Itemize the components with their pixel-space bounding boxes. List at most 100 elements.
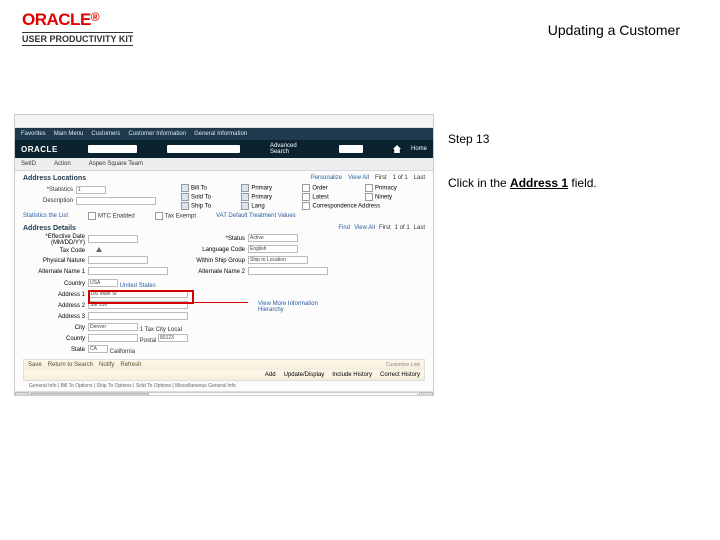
scroll-right-arrow[interactable]: ▶ <box>419 392 433 396</box>
horizontal-scrollbar[interactable]: ◀ ▶ <box>15 391 433 396</box>
altname1-input[interactable] <box>88 267 168 275</box>
oracle-upk-logo: ORACLE® USER PRODUCTIVITY KIT <box>22 10 133 46</box>
postal-input[interactable]: 80123 <box>158 334 188 342</box>
state-label: State <box>23 347 85 353</box>
country-link[interactable]: United States <box>120 283 156 289</box>
physical-input[interactable] <box>88 256 148 264</box>
customize-link[interactable]: Customize Link <box>386 362 420 368</box>
latest-checkbox[interactable] <box>302 193 310 201</box>
county-input[interactable] <box>88 334 138 342</box>
state-input[interactable]: CA <box>88 345 108 353</box>
order-checkbox[interactable] <box>302 184 310 192</box>
postal-label: Postal <box>140 338 157 344</box>
tab-save[interactable]: Save <box>28 362 42 368</box>
taxgeo-label: 1 Tax City Local <box>140 327 182 333</box>
city-label: City <box>23 325 85 331</box>
page-links[interactable]: General Info | Bill To Options | Ship To… <box>23 381 425 391</box>
range-label-2: 1 of 1 <box>395 225 410 231</box>
order-label: Order <box>312 186 327 192</box>
scroll-left-arrow[interactable]: ◀ <box>15 392 29 396</box>
first-label-2[interactable]: First <box>379 225 391 231</box>
city-input[interactable]: Denver <box>88 323 138 331</box>
tab-refresh[interactable]: Refresh <box>120 362 141 368</box>
header-input-2[interactable] <box>167 145 240 153</box>
address2-label: Address 2 <box>23 303 85 309</box>
primary1-label: Primary <box>251 186 272 192</box>
breadcrumb-customers[interactable]: Customers <box>91 131 120 137</box>
ninety-checkbox[interactable] <box>365 193 373 201</box>
address3-input[interactable] <box>88 312 188 320</box>
range-label: 1 of 1 <box>393 175 408 181</box>
details-link[interactable]: Statistics the List <box>23 213 68 219</box>
header-input-3[interactable] <box>339 145 363 153</box>
soldto-label: Sold To <box>191 195 211 201</box>
shipto-label: Ship To <box>191 204 211 210</box>
soldto-checkbox[interactable] <box>181 193 189 201</box>
oracle-wordmark: ORACLE® <box>22 10 133 30</box>
primary2-checkbox[interactable] <box>241 193 249 201</box>
tab-add[interactable]: Add <box>265 372 276 378</box>
find-link[interactable]: Find <box>338 225 350 231</box>
statistics-label: *Statistics <box>23 187 73 193</box>
status-label: *Status <box>183 236 245 242</box>
step-instruction: Click in the Address 1 field. <box>448 176 597 190</box>
address-locations-heading: Address Locations <box>23 175 86 182</box>
lang-checkbox[interactable] <box>241 202 249 210</box>
breadcrumb-general[interactable]: General Information <box>194 131 247 137</box>
description-input[interactable] <box>76 197 156 205</box>
breadcrumb-custinfo[interactable]: Customer Information <box>128 131 186 137</box>
oracle-brand: ORACLE <box>21 145 58 154</box>
description-label: Description <box>23 198 73 204</box>
viewall-link[interactable]: View All <box>348 175 369 181</box>
tab-return[interactable]: Return to Search <box>48 362 93 368</box>
correspond-checkbox[interactable] <box>302 202 310 210</box>
personalize-link[interactable]: Personalize <box>311 175 342 181</box>
breadcrumb-main[interactable]: Main Menu <box>54 131 84 137</box>
state-name: California <box>110 349 135 355</box>
last-label-2[interactable]: Last <box>414 225 425 231</box>
home-icon[interactable] <box>393 145 401 153</box>
page-title: Updating a Customer <box>548 22 680 38</box>
header-input-1[interactable] <box>88 145 137 153</box>
scroll-track[interactable] <box>30 392 418 396</box>
id-bar: SetID Action Aspen Square Team <box>15 158 433 171</box>
vat-link[interactable]: VAT Default Treatment Values <box>216 213 296 219</box>
physical-label: Physical Nature <box>23 258 85 264</box>
action-tabs-left: Save Return to Search Notify Refresh Cus… <box>23 359 425 370</box>
browser-chrome-bar <box>15 115 433 128</box>
primacy-label: Primacy <box>375 186 397 192</box>
primacy-checkbox[interactable] <box>365 184 373 192</box>
shipto-checkbox[interactable] <box>181 202 189 210</box>
altname2-label: Alternate Name 2 <box>183 269 245 275</box>
action-value: Aspen Square Team <box>89 161 143 167</box>
tab-updatedisp[interactable]: Update/Display <box>284 372 325 378</box>
tab-includehist[interactable]: Include History <box>332 372 372 378</box>
viewall-link-2[interactable]: View All <box>354 225 375 231</box>
tab-correct[interactable]: Correct History <box>380 372 420 378</box>
ninety-label: Ninety <box>375 195 392 201</box>
taxcode-tri-icon <box>96 247 102 252</box>
country-input[interactable]: USA <box>88 279 118 287</box>
address1-input[interactable]: 100 Main St <box>88 290 188 298</box>
last-label[interactable]: Last <box>414 175 425 181</box>
primary1-checkbox[interactable] <box>241 184 249 192</box>
billto-label: Bill To <box>191 186 207 192</box>
breadcrumb-favorites[interactable]: Favorites <box>21 131 46 137</box>
billto-checkbox[interactable] <box>181 184 189 192</box>
address-details-heading: Address Details <box>23 225 76 232</box>
wh-label: Within Ship Group <box>183 258 245 264</box>
hierarchy-link[interactable]: Hierarchy <box>258 307 318 313</box>
altname2-input[interactable] <box>248 267 328 275</box>
wh-input[interactable]: Ship to Location <box>248 256 308 264</box>
instruction-post: field. <box>568 176 597 190</box>
step-label: Step 13 <box>448 132 489 146</box>
statistics-input[interactable]: 1 <box>76 186 106 194</box>
tab-notify[interactable]: Notify <box>99 362 114 368</box>
lang-input[interactable]: English <box>248 245 298 253</box>
home-label[interactable]: Home <box>411 146 427 152</box>
status-select[interactable]: Active <box>248 234 298 242</box>
effdate-input[interactable] <box>88 235 138 243</box>
first-label[interactable]: First <box>375 175 387 181</box>
address3-label: Address 3 <box>23 314 85 320</box>
scroll-thumb[interactable] <box>31 393 149 396</box>
